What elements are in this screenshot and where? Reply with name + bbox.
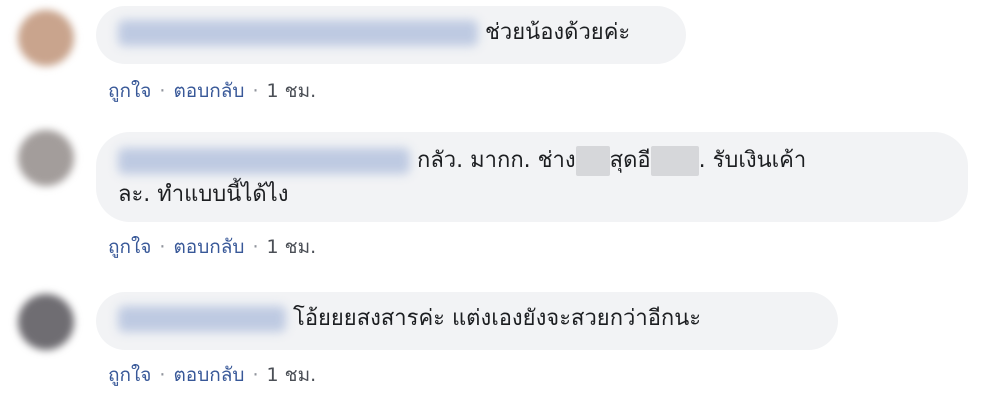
reply-link[interactable]: ตอบกลับ xyxy=(173,236,244,258)
comment-text: โอ้ยยยสงสารค่ะ แต่งเองยังจะสวยกว่าอีกนะ xyxy=(293,306,702,331)
comment: ช่วยน้องด้วยค่ะ ถูกใจ · ตอบกลับ · 1 ชม. xyxy=(0,0,1000,110)
censor-box xyxy=(575,146,610,176)
separator: · xyxy=(252,80,259,102)
comment-actions: ถูกใจ · ตอบกลับ · 1 ชม. xyxy=(108,76,316,106)
separator: · xyxy=(159,80,166,102)
like-link[interactable]: ถูกใจ xyxy=(108,236,151,258)
timestamp[interactable]: 1 ชม. xyxy=(267,80,317,102)
comment-text-line: ละ. ทำแบบนี้ได้ไง xyxy=(118,182,289,207)
separator: · xyxy=(252,236,259,258)
avatar[interactable] xyxy=(18,130,74,186)
separator: · xyxy=(159,364,166,386)
author-name-blurred[interactable] xyxy=(118,306,286,332)
comment-bubble: ช่วยน้องด้วยค่ะ xyxy=(96,6,686,64)
like-link[interactable]: ถูกใจ xyxy=(108,364,151,386)
comment-text: กลัว. มากก. ช่าง xyxy=(417,148,576,173)
like-link[interactable]: ถูกใจ xyxy=(108,80,151,102)
comment-text: . รับเงินเค้า xyxy=(698,148,807,173)
comment: กลัว. มากก. ช่าง สุดอี . รับเงินเค้า ละ. ท… xyxy=(0,122,1000,272)
comment-text: สุดอี xyxy=(609,148,651,173)
reply-link[interactable]: ตอบกลับ xyxy=(173,364,244,386)
comment-text: ช่วยน้องด้วยค่ะ xyxy=(485,20,631,45)
avatar[interactable] xyxy=(18,294,74,350)
comment-actions: ถูกใจ · ตอบกลับ · 1 ชม. xyxy=(108,232,316,262)
comment-bubble: กลัว. มากก. ช่าง สุดอี . รับเงินเค้า ละ. ท… xyxy=(96,132,968,222)
author-name-blurred[interactable] xyxy=(118,148,410,174)
author-name-blurred[interactable] xyxy=(118,20,478,46)
censor-box xyxy=(650,146,699,176)
timestamp[interactable]: 1 ชม. xyxy=(267,236,317,258)
timestamp[interactable]: 1 ชม. xyxy=(267,364,317,386)
comment-bubble: โอ้ยยยสงสารค่ะ แต่งเองยังจะสวยกว่าอีกนะ xyxy=(96,292,838,350)
separator: · xyxy=(159,236,166,258)
reply-link[interactable]: ตอบกลับ xyxy=(173,80,244,102)
comment: โอ้ยยยสงสารค่ะ แต่งเองยังจะสวยกว่าอีกนะ … xyxy=(0,280,1000,406)
comment-actions: ถูกใจ · ตอบกลับ · 1 ชม. xyxy=(108,360,316,390)
avatar[interactable] xyxy=(18,10,74,66)
separator: · xyxy=(252,364,259,386)
